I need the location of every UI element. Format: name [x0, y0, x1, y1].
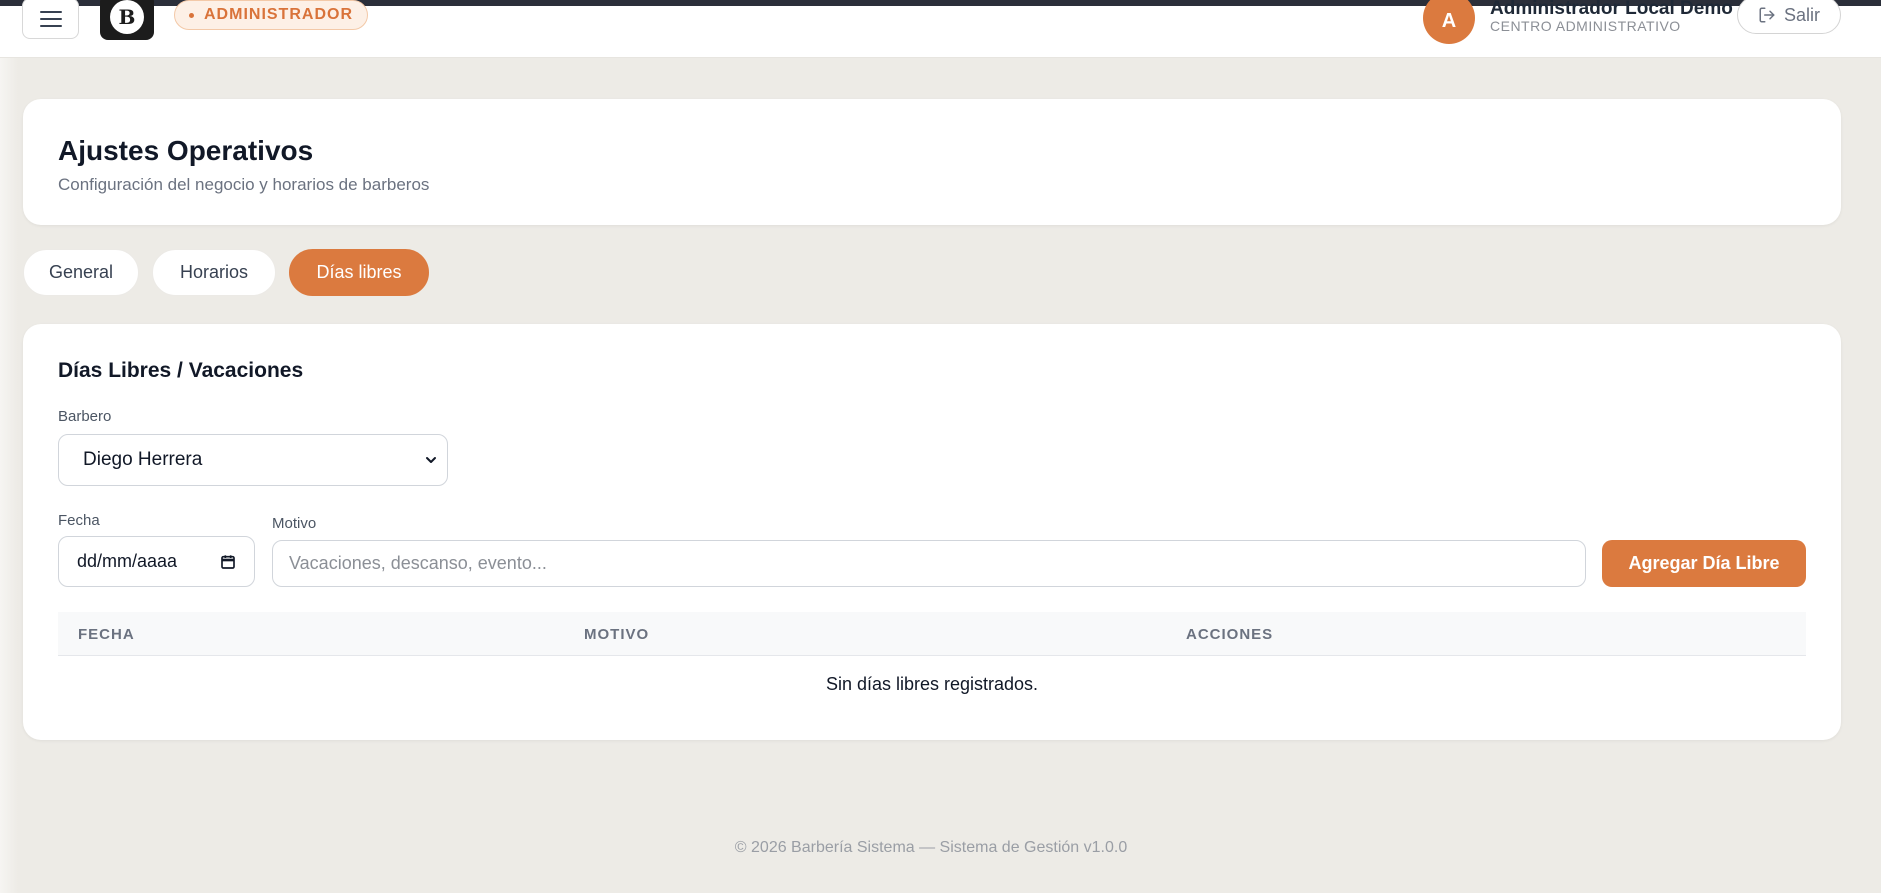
- reason-input[interactable]: [272, 540, 1586, 587]
- settings-tabs: General Horarios Días libres: [23, 249, 429, 296]
- sidebar-edge: [0, 58, 18, 893]
- logout-label: Salir: [1783, 4, 1820, 25]
- table-header: FECHA MOTIVO ACCIONES: [58, 612, 1806, 656]
- barber-selected-value: Diego Herrera: [83, 449, 203, 470]
- section-title: Días Libres / Vacaciones: [58, 359, 304, 382]
- barber-label: Barbero: [58, 408, 112, 425]
- hamburger-menu-icon: [39, 10, 62, 13]
- logo-mark: B: [110, 0, 144, 34]
- role-dot: [189, 12, 194, 18]
- tab-horarios[interactable]: Horarios: [152, 249, 276, 296]
- role-badge: ADMINISTRADOR: [174, 0, 368, 30]
- page-title: Ajustes Operativos: [58, 135, 314, 166]
- tab-general[interactable]: General: [23, 249, 139, 296]
- date-placeholder: dd/mm/aaaa: [77, 551, 178, 571]
- avatar[interactable]: A: [1423, 0, 1475, 44]
- date-field[interactable]: dd/mm/aaaa: [58, 536, 255, 587]
- logout-icon: [1759, 7, 1775, 23]
- page-subtitle: Configuración del negocio y horarios de …: [58, 175, 430, 194]
- column-header-fecha: FECHA: [78, 626, 135, 643]
- role-label: ADMINISTRADOR: [204, 6, 353, 23]
- user-name: Administrador Local Demo: [1490, 0, 1733, 19]
- calendar-icon[interactable]: [220, 554, 236, 570]
- date-label: Fecha: [58, 512, 100, 529]
- logout-button[interactable]: Salir: [1737, 0, 1841, 34]
- page-header-card: Ajustes Operativos Configuración del neg…: [23, 99, 1841, 225]
- user-subtitle: CENTRO ADMINISTRATIVO: [1490, 18, 1681, 34]
- column-header-motivo: MOTIVO: [584, 626, 650, 643]
- column-header-acciones: ACCIONES: [1186, 626, 1274, 643]
- tab-dias-libres[interactable]: Días libres: [289, 249, 429, 296]
- brand-logo[interactable]: B: [100, 0, 154, 40]
- chevron-down-icon: [426, 457, 436, 463]
- days-off-card: Días Libres / Vacaciones Barbero Diego H…: [23, 324, 1841, 740]
- add-day-off-button[interactable]: Agregar Día Libre: [1602, 540, 1806, 587]
- footer-text: © 2026 Barbería Sistema — Sistema de Ges…: [734, 839, 1128, 856]
- reason-label: Motivo: [272, 515, 317, 532]
- table-empty-message: Sin días libres registrados.: [825, 674, 1039, 694]
- menu-button[interactable]: [22, 0, 79, 39]
- barber-select[interactable]: Diego Herrera: [58, 434, 448, 486]
- top-bar: B ADMINISTRADOR A Administrador Local De…: [0, 0, 1881, 58]
